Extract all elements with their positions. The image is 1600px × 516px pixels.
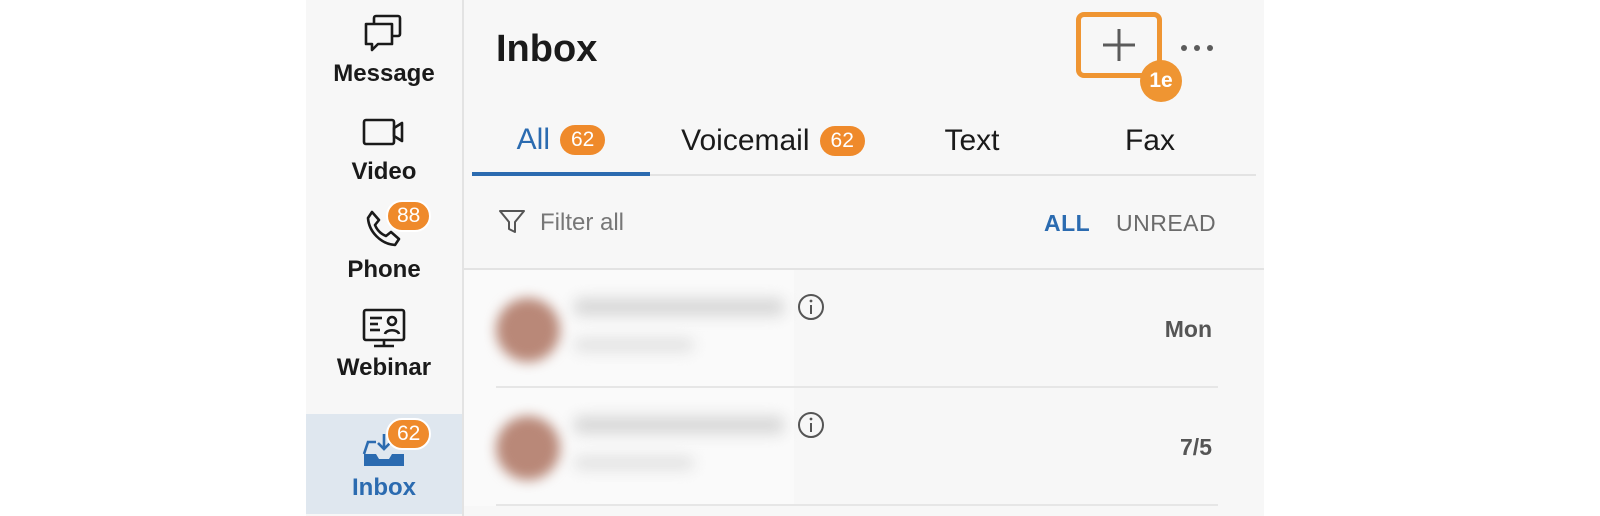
- sidebar-item-webinar[interactable]: Webinar: [306, 294, 462, 394]
- page-title: Inbox: [496, 28, 598, 70]
- tab-label: Voicemail: [681, 124, 810, 157]
- redacted-region: [464, 270, 794, 388]
- filter-input[interactable]: [538, 204, 842, 242]
- sidebar-item-label: Webinar: [336, 354, 432, 381]
- more-horizontal-icon: [1181, 45, 1213, 51]
- inbox-panel: Inbox 1e All 62 Voicemail 62 Text Fax Fi…: [464, 0, 1264, 516]
- segment-unread[interactable]: UNREAD: [1116, 210, 1216, 237]
- sidebar: Message Video 88 Phone Webinar 62 Inbox: [306, 0, 464, 516]
- sidebar-item-inbox[interactable]: 62 Inbox: [306, 414, 462, 514]
- info-icon[interactable]: [796, 410, 826, 440]
- sidebar-item-label: Phone: [347, 256, 421, 283]
- info-icon[interactable]: [796, 292, 826, 322]
- tab-fax[interactable]: Fax: [1060, 108, 1240, 174]
- message-icon: [360, 10, 408, 58]
- tab-voicemail[interactable]: Voicemail 62: [660, 108, 886, 174]
- redacted-subtitle: [574, 338, 694, 352]
- tab-badge: 62: [559, 125, 606, 155]
- webinar-icon: [360, 304, 408, 352]
- message-date: 7/5: [1180, 434, 1212, 460]
- avatar: [496, 298, 560, 362]
- tab-label: Text: [944, 124, 1000, 157]
- sidebar-item-label: Inbox: [352, 474, 416, 501]
- sidebar-item-phone[interactable]: 88 Phone: [306, 196, 462, 296]
- sidebar-item-label: Video: [351, 158, 417, 185]
- inbox-icon: 62: [360, 418, 432, 472]
- step-badge: 1e: [1140, 60, 1182, 102]
- avatar: [496, 416, 560, 480]
- sidebar-item-message[interactable]: Message: [306, 0, 462, 100]
- message-date: Mon: [1164, 316, 1212, 342]
- tab-text[interactable]: Text: [882, 108, 1062, 174]
- row-divider: [496, 504, 1218, 506]
- sidebar-item-label: Message: [333, 60, 435, 87]
- inbox-tabs: All 62 Voicemail 62 Text Fax: [472, 108, 1256, 176]
- tab-label: Fax: [1124, 124, 1175, 157]
- redacted-name: [574, 416, 784, 434]
- list-item[interactable]: 7/5: [464, 388, 1264, 506]
- plus-icon: [1103, 29, 1135, 61]
- list-item[interactable]: Mon: [464, 270, 1264, 388]
- tab-badge: 62: [819, 126, 865, 156]
- inbox-badge: 62: [386, 418, 432, 450]
- phone-badge: 88: [386, 200, 432, 232]
- tab-label: All: [516, 123, 550, 156]
- redacted-name: [574, 298, 784, 316]
- tab-all[interactable]: All 62: [472, 108, 650, 176]
- more-options-button[interactable]: [1174, 30, 1220, 66]
- sidebar-item-video[interactable]: Video: [306, 98, 462, 198]
- segment-all[interactable]: ALL: [1044, 210, 1090, 237]
- app-window: Message Video 88 Phone Webinar 62 Inbox …: [306, 0, 1264, 516]
- phone-icon: 88: [360, 200, 432, 254]
- redacted-region: [464, 388, 794, 506]
- video-camera-icon: [360, 108, 408, 156]
- filter-bar: ALL UNREAD: [464, 178, 1264, 270]
- redacted-subtitle: [574, 456, 694, 470]
- filter-funnel-icon: [499, 210, 525, 233]
